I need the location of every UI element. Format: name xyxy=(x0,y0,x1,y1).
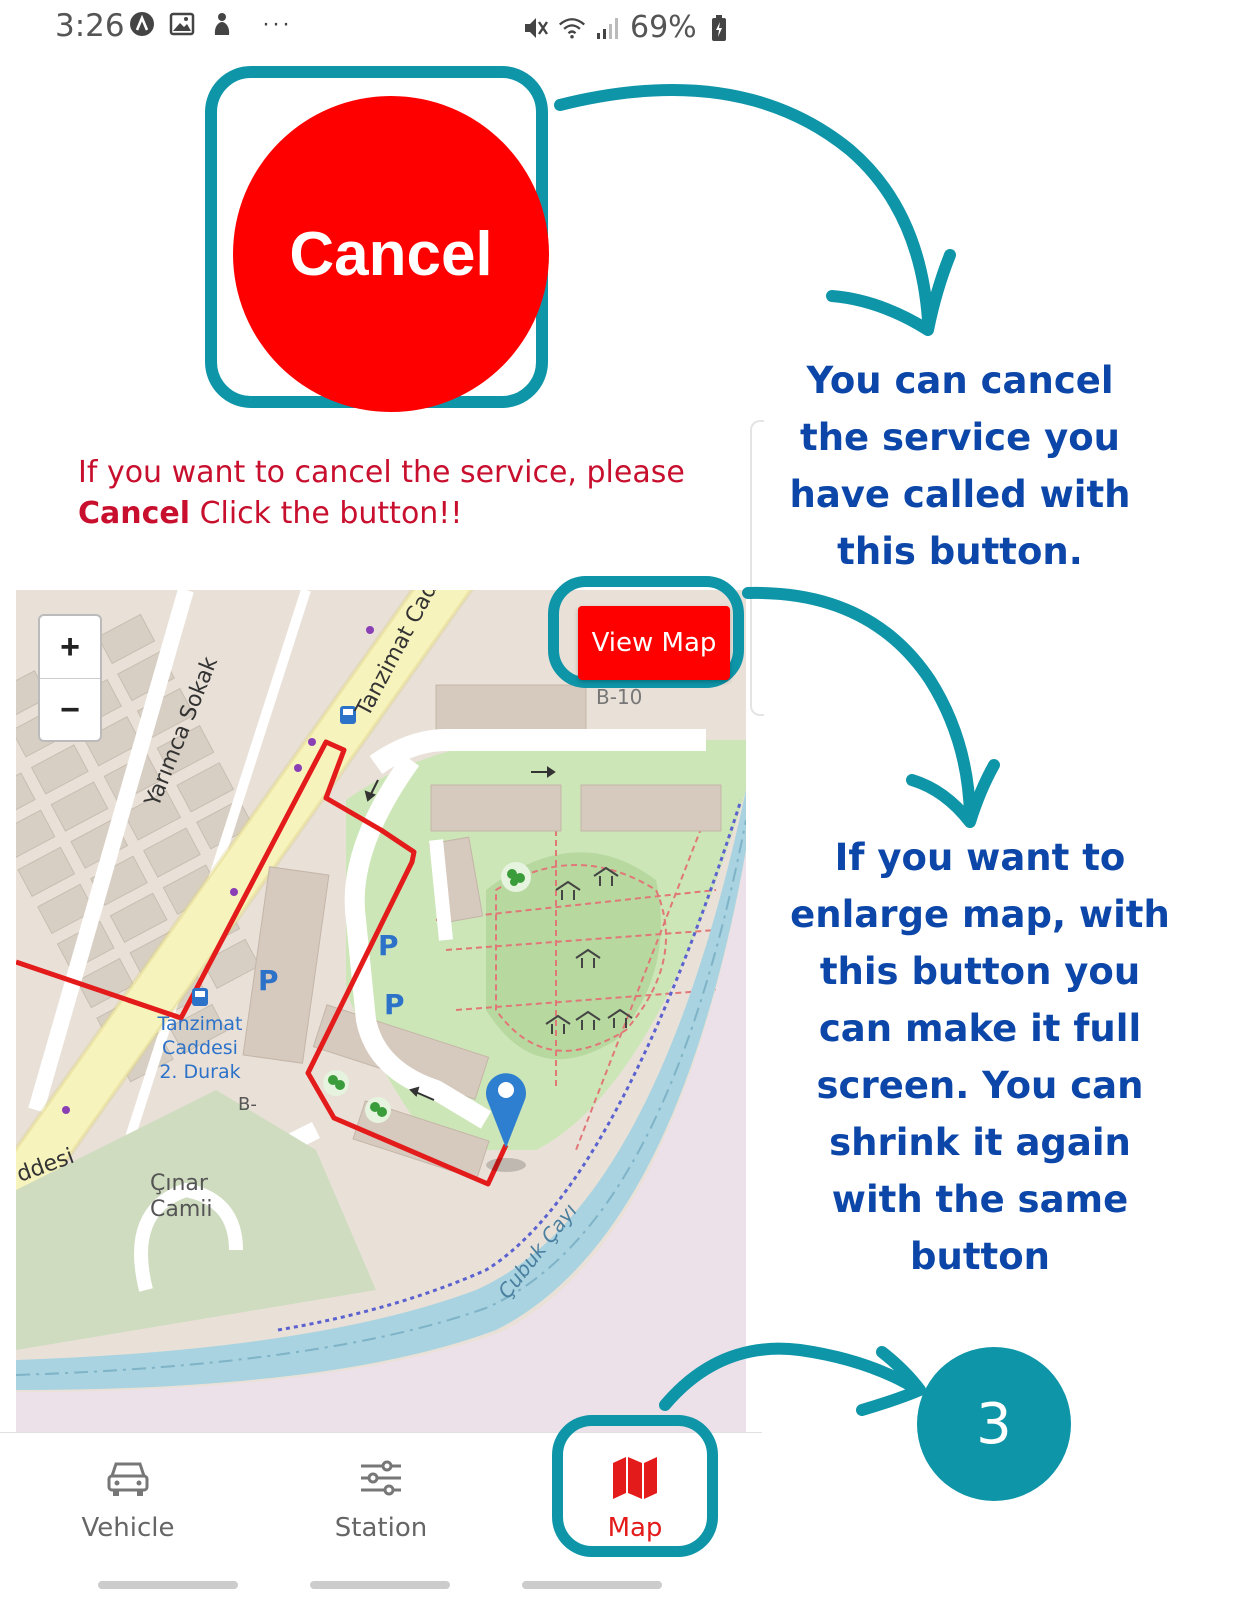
map-label-stop-1: Tanzimat xyxy=(157,1013,243,1035)
nav-station[interactable]: Station xyxy=(281,1443,481,1563)
home-indicator-left xyxy=(98,1581,238,1589)
app-a-icon xyxy=(128,10,156,38)
nav-map[interactable]: Map xyxy=(535,1443,735,1563)
battery-percentage: 69% xyxy=(630,10,697,45)
cancel-instruction-line1: If you want to cancel the service, pleas… xyxy=(78,455,685,490)
map-label-b: B- xyxy=(238,1094,257,1115)
bottom-nav: Vehicle Station Map xyxy=(0,1415,762,1601)
nav-vehicle-label: Vehicle xyxy=(81,1513,175,1543)
sliders-icon xyxy=(281,1443,481,1513)
notification-icon xyxy=(208,10,236,38)
car-icon xyxy=(28,1443,228,1513)
signal-icon xyxy=(594,14,622,42)
cancel-instruction-rest: Click the button!! xyxy=(190,496,463,531)
map-label-cinar-2: Camii xyxy=(150,1197,213,1222)
map-parking-1: P xyxy=(258,964,279,997)
cancel-button[interactable]: Cancel xyxy=(233,96,549,412)
arrow-head-3 xyxy=(856,1346,926,1416)
map-label-stop-2: Caddesi xyxy=(162,1037,238,1059)
cancel-highlight-frame: Cancel xyxy=(205,66,549,412)
arrow-head-2 xyxy=(906,759,1000,828)
status-time: 3:26 xyxy=(55,8,125,44)
nav-map-label: Map xyxy=(607,1513,663,1543)
map-icon xyxy=(535,1443,735,1513)
map-label-stop-3: 2. Durak xyxy=(159,1061,240,1083)
status-bar: 3:26 ··· 69% xyxy=(0,0,780,56)
status-more-dots: ··· xyxy=(262,10,292,37)
nav-station-label: Station xyxy=(334,1513,428,1543)
nav-vehicle[interactable]: Vehicle xyxy=(28,1443,228,1563)
wifi-icon xyxy=(558,14,586,42)
map-parking-2: P xyxy=(378,929,399,962)
battery-charging-icon xyxy=(705,14,733,42)
map-annotation: If you want to enlarge map, with this bu… xyxy=(790,836,1170,1278)
mute-icon xyxy=(522,14,550,42)
gallery-icon xyxy=(168,10,196,38)
view-map-button[interactable]: View Map xyxy=(578,606,730,680)
map-parking-3: P xyxy=(384,988,405,1021)
cancel-instruction: If you want to cancel the service, pleas… xyxy=(78,452,718,534)
cancel-instruction-bold: Cancel xyxy=(78,496,191,531)
map-label-cinar-1: Çınar xyxy=(150,1171,209,1196)
cancel-annotation: You can cancel the service you have call… xyxy=(789,359,1131,573)
home-indicator-right xyxy=(522,1581,662,1589)
arrow-to-map-note xyxy=(742,586,976,821)
arrow-to-cancel-note xyxy=(554,84,934,326)
step-number-badge: 3 xyxy=(917,1347,1071,1501)
home-indicator-middle xyxy=(310,1581,450,1589)
arrow-head-1 xyxy=(826,249,956,336)
